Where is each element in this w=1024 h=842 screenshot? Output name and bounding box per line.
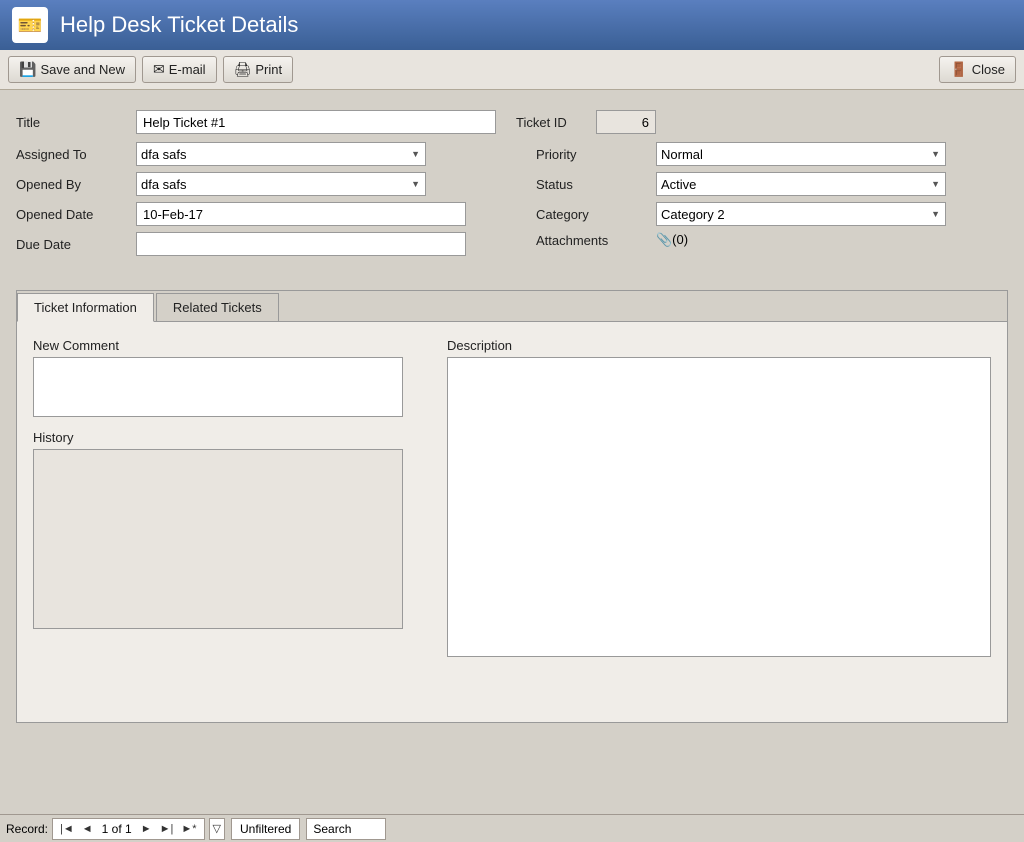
last-record-button[interactable]: ►| — [157, 822, 177, 836]
tabs-header: Ticket Information Related Tickets — [17, 291, 1007, 322]
email-icon: ✉ — [153, 61, 165, 78]
close-label: Close — [972, 62, 1005, 77]
navigation-controls: |◄ ◄ 1 of 1 ► ►| ►* — [52, 818, 204, 840]
main-content: Title Ticket ID Assigned To dfa safs O — [0, 90, 1024, 735]
search-box[interactable]: Search — [306, 818, 386, 840]
category-label: Category — [536, 207, 656, 222]
statusbar: Record: |◄ ◄ 1 of 1 ► ►| ►* ▽ Unfiltered… — [0, 814, 1024, 842]
category-wrapper: Category 1 Category 2 Category 3 — [656, 202, 946, 226]
email-button[interactable]: ✉ E-mail — [142, 56, 217, 83]
status-label: Status — [536, 177, 656, 192]
description-textarea[interactable] — [447, 357, 991, 657]
print-label: Print — [255, 62, 282, 77]
left-form-col: Assigned To dfa safs Opened By dfa safs — [16, 142, 536, 262]
assigned-to-label: Assigned To — [16, 147, 136, 162]
new-comment-label: New Comment — [33, 338, 423, 353]
title-row: Title Ticket ID — [16, 110, 1008, 134]
first-record-button[interactable]: |◄ — [57, 822, 77, 836]
close-icon: 🚪 — [950, 61, 967, 78]
due-date-label: Due Date — [16, 237, 136, 252]
right-panel: Description — [447, 338, 991, 660]
opened-date-row: Opened Date — [16, 202, 536, 226]
category-row: Category Category 1 Category 2 Category … — [536, 202, 1008, 226]
filter-info: Unfiltered — [231, 818, 300, 840]
new-record-button[interactable]: ►* — [178, 822, 199, 836]
history-label: History — [33, 430, 423, 445]
toolbar: 💾 Save and New ✉ E-mail 🖨 Print 🚪 Close — [0, 50, 1024, 90]
record-label: Record: — [6, 822, 48, 836]
opened-by-label: Opened By — [16, 177, 136, 192]
attachments-row: Attachments 📎(0) — [536, 232, 1008, 248]
status-wrapper: Active Closed Pending — [656, 172, 946, 196]
left-panel: New Comment History — [33, 338, 423, 660]
right-form-col: Priority Normal High Low Status Active — [536, 142, 1008, 262]
assigned-to-row: Assigned To dfa safs — [16, 142, 536, 166]
history-box — [33, 449, 403, 629]
ticket-id-input — [596, 110, 656, 134]
header: 🎫 Help Desk Ticket Details — [0, 0, 1024, 50]
new-comment-textarea[interactable] — [33, 357, 403, 417]
title-label: Title — [16, 115, 136, 130]
form-columns: Assigned To dfa safs Opened By dfa safs — [16, 142, 1008, 262]
record-info: 1 of 1 — [102, 822, 132, 836]
next-record-button[interactable]: ► — [138, 822, 155, 836]
save-and-new-button[interactable]: 💾 Save and New — [8, 56, 136, 83]
filter-button[interactable]: ▽ — [209, 818, 225, 840]
filter-section: ▽ Unfiltered Search — [209, 818, 387, 840]
priority-label: Priority — [536, 147, 656, 162]
tabs-section: Ticket Information Related Tickets New C… — [16, 290, 1008, 723]
tab-ticket-information[interactable]: Ticket Information — [17, 293, 154, 322]
email-label: E-mail — [169, 62, 206, 77]
due-date-input[interactable] — [136, 232, 466, 256]
attachment-area: 📎(0) — [656, 232, 688, 248]
description-label: Description — [447, 338, 991, 353]
attachments-label: Attachments — [536, 233, 656, 248]
page-title: Help Desk Ticket Details — [60, 12, 298, 38]
prev-record-button[interactable]: ◄ — [79, 822, 96, 836]
form-area: Title Ticket ID Assigned To dfa safs O — [16, 102, 1008, 270]
status-select[interactable]: Active Closed Pending — [656, 172, 946, 196]
assigned-to-select[interactable]: dfa safs — [136, 142, 426, 166]
title-input[interactable] — [136, 110, 496, 134]
save-icon: 💾 — [19, 61, 36, 78]
attachments-value[interactable]: 📎(0) — [656, 232, 688, 248]
app-icon: 🎫 — [12, 7, 48, 43]
assigned-to-wrapper: dfa safs — [136, 142, 426, 166]
print-button[interactable]: 🖨 Print — [223, 56, 294, 83]
ticket-id-label: Ticket ID — [516, 115, 596, 130]
print-icon: 🖨 — [234, 61, 252, 78]
opened-date-input[interactable] — [136, 202, 466, 226]
opened-date-label: Opened Date — [16, 207, 136, 222]
priority-select[interactable]: Normal High Low — [656, 142, 946, 166]
opened-by-row: Opened By dfa safs — [16, 172, 536, 196]
opened-by-wrapper: dfa safs — [136, 172, 426, 196]
priority-wrapper: Normal High Low — [656, 142, 946, 166]
opened-by-select[interactable]: dfa safs — [136, 172, 426, 196]
inner-form: New Comment History Description — [33, 338, 991, 660]
due-date-row: Due Date — [16, 232, 536, 256]
save-and-new-label: Save and New — [40, 62, 125, 77]
category-select[interactable]: Category 1 Category 2 Category 3 — [656, 202, 946, 226]
tab-related-tickets[interactable]: Related Tickets — [156, 293, 279, 321]
status-row: Status Active Closed Pending — [536, 172, 1008, 196]
priority-row: Priority Normal High Low — [536, 142, 1008, 166]
tabs-content: New Comment History Description — [17, 322, 1007, 722]
close-button[interactable]: 🚪 Close — [939, 56, 1016, 83]
